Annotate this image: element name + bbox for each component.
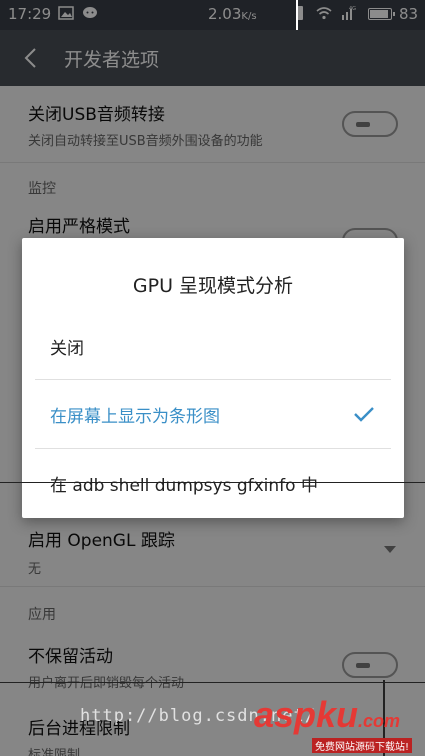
gpu-profile-line <box>0 482 425 483</box>
watermark-tagline: 免费网站源码下载站! <box>312 738 413 753</box>
option-label: 在 adb shell dumpsys gfxinfo 中 <box>50 476 318 496</box>
checkmark-icon <box>354 407 374 422</box>
dialog-title: GPU 呈现模式分析 <box>132 275 294 297</box>
gpu-profile-line <box>296 0 298 30</box>
dialog-option-bars[interactable]: 在屏幕上显示为条形图 <box>22 380 404 448</box>
watermark-logo: aspku.com <box>254 694 401 735</box>
option-label: 关闭 <box>50 339 84 359</box>
screen: 17:29 2.03K/s 4G 83 开发者选项 关闭USB音频转接 关闭自动… <box>0 0 425 756</box>
gpu-rendering-dialog: GPU 呈现模式分析 关闭 在屏幕上显示为条形图 在 adb shell dum… <box>22 238 404 518</box>
dialog-option-off[interactable]: 关闭 <box>22 310 404 378</box>
dialog-option-adb[interactable]: 在 adb shell dumpsys gfxinfo 中 <box>22 449 404 517</box>
option-label: 在屏幕上显示为条形图 <box>50 407 220 427</box>
gpu-profile-line <box>0 682 425 683</box>
